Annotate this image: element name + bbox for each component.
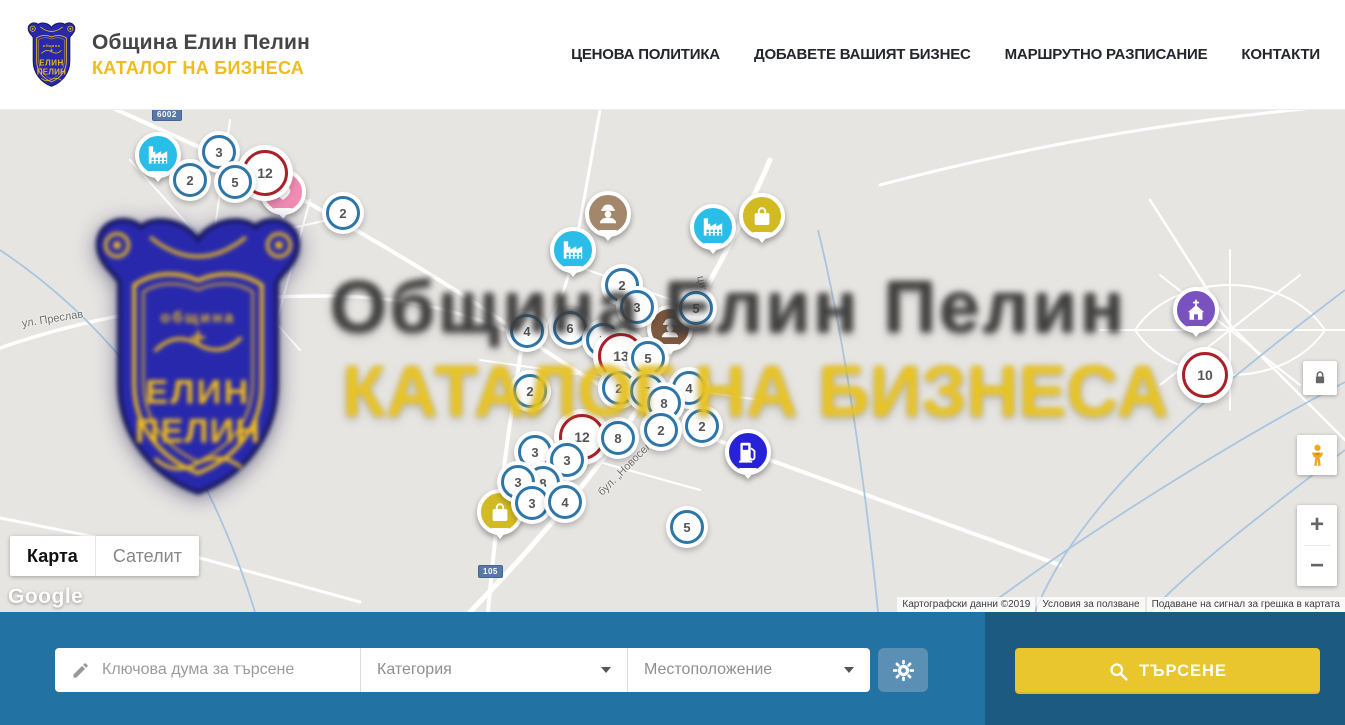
cluster-count: 5 (231, 175, 238, 190)
zoom-in-button[interactable]: + (1297, 505, 1337, 545)
cluster-marker[interactable]: 5 (631, 341, 665, 375)
search-submit-label: ТЪРСЕНЕ (1139, 662, 1227, 681)
advanced-search-button[interactable] (878, 648, 928, 692)
location-select-value: Местоположение (628, 661, 844, 679)
keyword-search-input[interactable] (90, 661, 360, 679)
map-type-control: Карта Сателит (10, 536, 199, 576)
nav-contacts[interactable]: КОНТАКТИ (1241, 46, 1320, 63)
cluster-count: 5 (692, 301, 699, 316)
cluster-marker[interactable]: 5 (679, 291, 713, 325)
cluster-count: 3 (215, 145, 222, 160)
search-icon (1108, 661, 1129, 682)
cluster-marker[interactable]: 3 (620, 290, 654, 324)
cluster-count: 12 (257, 165, 273, 181)
cluster-marker[interactable]: 6 (553, 311, 587, 345)
cluster-marker[interactable]: 4 (548, 485, 582, 519)
cluster-count: 5 (644, 351, 651, 366)
map-type-satellite-button[interactable]: Сателит (95, 536, 199, 576)
map-canvas[interactable]: ул. Преславбул. „Новоселци“ции“6002105 3… (0, 110, 1345, 612)
attribution-terms-link[interactable]: Условия за ползване (1037, 597, 1144, 612)
main-nav: ЦЕНОВА ПОЛИТИКА ДОБАВЕТЕ ВАШИЯТ БИЗНЕС М… (537, 46, 1320, 63)
cluster-count: 4 (685, 381, 692, 396)
search-section: Категория Местоположение (0, 612, 1345, 725)
location-select[interactable]: Местоположение (627, 648, 870, 692)
chevron-down-icon (601, 667, 611, 673)
cluster-count: 8 (614, 431, 621, 446)
site-header: Община Елин Пелин КАТАЛОГ НА БИЗНЕСА ЦЕН… (0, 0, 1345, 110)
logo-text: Община Елин Пелин КАТАЛОГ НА БИЗНЕСА (92, 31, 310, 79)
cluster-count: 2 (615, 381, 622, 396)
cluster-marker[interactable]: 5 (670, 510, 704, 544)
map-clusters-layer: 3122522356471351024728221283383345 (0, 110, 1345, 612)
cluster-count: 4 (523, 324, 530, 339)
site-subtitle: КАТАЛОГ НА БИЗНЕСА (92, 58, 310, 79)
cluster-count: 13 (613, 348, 629, 364)
cluster-count: 5 (683, 520, 690, 535)
cluster-marker[interactable]: 3 (202, 135, 236, 169)
municipality-crest-icon (25, 21, 78, 89)
cluster-count: 6 (566, 321, 573, 336)
map-lock-button[interactable] (1303, 361, 1337, 395)
keyword-field (55, 648, 360, 692)
map-attribution: Картографски данни ©2019 Условия за полз… (897, 597, 1345, 612)
site-logo[interactable]: Община Елин Пелин КАТАЛОГ НА БИЗНЕСА (25, 21, 310, 89)
gear-icon (891, 658, 916, 683)
cluster-count: 2 (526, 384, 533, 399)
chevron-down-icon (844, 667, 854, 673)
street-view-pegman-button[interactable] (1297, 435, 1337, 475)
cluster-marker[interactable]: 2 (173, 163, 207, 197)
nav-add-your-business[interactable]: ДОБАВЕТЕ ВАШИЯТ БИЗНЕС (754, 46, 971, 63)
cluster-marker[interactable]: 2 (685, 409, 719, 443)
cluster-count: 3 (514, 475, 521, 490)
category-select-value: Категория (361, 661, 601, 679)
cluster-marker[interactable]: 2 (326, 196, 360, 230)
cluster-marker[interactable]: 10 (1182, 352, 1228, 398)
cluster-count: 12 (574, 429, 590, 445)
cluster-marker[interactable]: 3 (518, 435, 552, 469)
pencil-icon (71, 661, 90, 680)
cluster-count: 3 (563, 453, 570, 468)
site-title: Община Елин Пелин (92, 31, 310, 55)
cluster-count: 2 (339, 206, 346, 221)
cluster-count: 3 (633, 300, 640, 315)
cluster-marker[interactable]: 5 (218, 165, 252, 199)
search-input-group: Категория Местоположение (55, 648, 870, 692)
google-logo[interactable]: Google (8, 585, 83, 609)
search-submit-button[interactable]: ТЪРСЕНЕ (1015, 648, 1320, 694)
zoom-out-button[interactable]: − (1297, 546, 1337, 586)
pegman-icon (1305, 443, 1330, 468)
nav-pricing-policy[interactable]: ЦЕНОВА ПОЛИТИКА (571, 46, 720, 63)
cluster-marker[interactable]: 2 (644, 413, 678, 447)
cluster-count: 4 (561, 495, 568, 510)
cluster-marker[interactable]: 2 (513, 374, 547, 408)
cluster-count: 3 (531, 445, 538, 460)
zoom-control: + − (1297, 505, 1337, 586)
attribution-report-link[interactable]: Подаване на сигнал за грешка в картата (1147, 597, 1345, 612)
nav-route-schedule[interactable]: МАРШРУТНО РАЗПИСАНИЕ (1005, 46, 1208, 63)
cluster-marker[interactable]: 8 (601, 421, 635, 455)
cluster-count: 10 (1197, 367, 1213, 383)
cluster-count: 3 (528, 496, 535, 511)
category-select[interactable]: Категория (360, 648, 627, 692)
map-type-map-button[interactable]: Карта (10, 536, 95, 576)
cluster-count: 2 (186, 173, 193, 188)
cluster-marker[interactable]: 3 (515, 486, 549, 520)
cluster-count: 2 (657, 423, 664, 438)
cluster-marker[interactable]: 4 (510, 314, 544, 348)
cluster-count: 2 (698, 419, 705, 434)
lock-icon (1311, 369, 1329, 387)
cluster-count: 8 (660, 396, 667, 411)
attribution-copyright: Картографски данни ©2019 (897, 597, 1035, 612)
cluster-count: 2 (618, 278, 625, 293)
